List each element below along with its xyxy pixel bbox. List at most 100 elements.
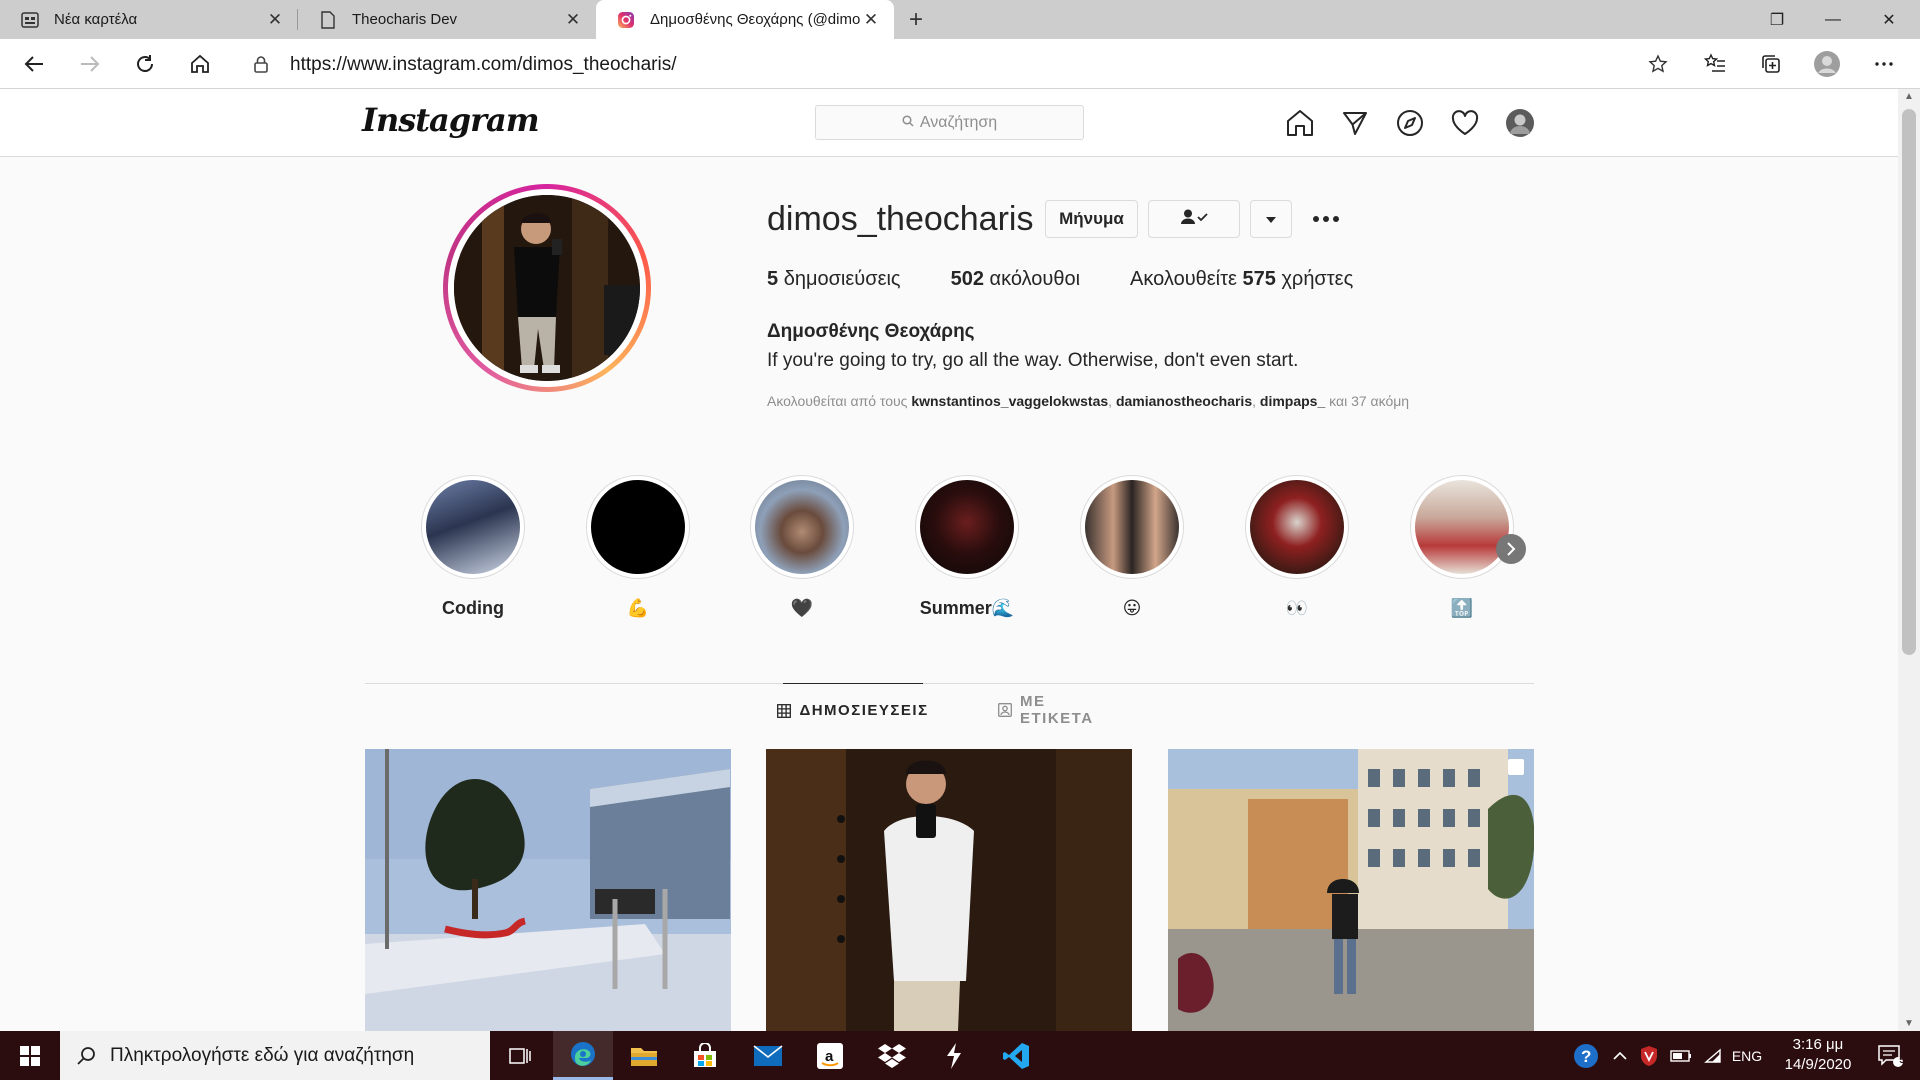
microsoft-store-icon[interactable] [675,1031,735,1080]
tabs-divider [365,683,1534,684]
tab-tagged[interactable]: ΜΕ ΕΤΙΚΕΤΑ [998,683,1118,737]
direct-message-icon[interactable] [1339,107,1371,139]
browser-tab-new-tab[interactable]: Νέα καρτέλα ✕ [0,0,298,39]
browser-tab-instagram[interactable]: Δημοσθένης Θεοχάρης (@dimos_theocharis) … [596,0,894,39]
browser-tab-theocharis-dev[interactable]: Theocharis Dev ✕ [298,0,596,39]
profile-full-name: Δημοσθένης Θεοχάρης [767,321,975,342]
security-shield-icon[interactable] [1634,1031,1664,1080]
ig-home-icon[interactable] [1284,107,1316,139]
highlight-label: Coding [442,598,504,618]
refresh-icon[interactable] [127,46,163,82]
followed-by-user[interactable]: kwnstantinos_vaggelokwstas [911,393,1108,409]
following-stat[interactable]: Ακολουθείτε 575 χρήστες [1130,268,1353,291]
dropbox-icon[interactable] [862,1031,922,1080]
following-button[interactable] [1148,200,1240,238]
suggestions-dropdown-button[interactable] [1250,200,1292,238]
activity-heart-icon[interactable] [1449,107,1481,139]
highlight-label: 👀 [1285,598,1309,618]
search-icon [76,1046,96,1066]
instagram-logo[interactable]: Instagram [362,101,540,139]
task-view-icon[interactable] [490,1031,550,1080]
search-input[interactable]: Αναζήτηση [815,105,1084,140]
followers-label: ακόλουθοι [989,268,1081,290]
chevron-right-icon[interactable] [1496,534,1526,564]
file-explorer-icon[interactable] [614,1031,674,1080]
forward-icon[interactable] [72,46,108,82]
windows-start-icon[interactable] [0,1031,60,1080]
story-highlight[interactable]: 💪 [584,475,692,619]
highlight-cover [755,480,849,574]
tab-posts[interactable]: ΔΗΜΟΣΙΕΥΣΕΙΣ [777,683,927,737]
explore-compass-icon[interactable] [1394,107,1426,139]
input-language[interactable]: ENG [1727,1031,1767,1080]
instagram-icon [616,10,636,30]
system-clock[interactable]: 3:16 μμ 14/9/2020 [1768,1035,1868,1075]
close-tab-icon[interactable]: ✕ [562,9,584,31]
more-options-icon[interactable] [1866,46,1902,82]
github-desktop-icon[interactable] [924,1031,984,1080]
taskbar-search-input[interactable]: Πληκτρολογήστε εδώ για αναζήτηση [60,1031,490,1080]
post-thumbnail[interactable] [365,749,731,1031]
close-tab-icon[interactable]: ✕ [860,9,882,31]
new-tab-page-icon [20,10,40,30]
profile-picture[interactable] [443,184,651,392]
home-icon[interactable] [182,46,218,82]
post-thumbnail[interactable] [1168,749,1534,1031]
profile-photo [454,195,640,381]
minimize-button[interactable]: — [1805,0,1861,39]
back-icon[interactable] [16,46,52,82]
battery-icon[interactable] [1666,1031,1696,1080]
followed-by-suffix: και 37 ακόμη [1329,393,1410,409]
lock-icon [253,55,269,78]
highlight-cover [426,480,520,574]
story-highlight[interactable]: Summer🌊 [913,475,1021,619]
followed-by-user[interactable]: damianostheocharis [1116,393,1252,409]
browser-toolbar: https://www.instagram.com/dimos_theochar… [0,39,1920,89]
favorites-icon[interactable] [1697,46,1733,82]
story-highlight[interactable]: 😛 [1078,475,1186,619]
story-highlight[interactable]: Coding [419,475,527,619]
highlight-ring [586,475,690,579]
profile-avatar-icon[interactable] [1809,46,1845,82]
story-highlight[interactable]: 🖤 [748,475,856,619]
profile-username: dimos_theocharis [767,200,1034,238]
collections-icon[interactable] [1753,46,1789,82]
edge-browser-icon[interactable] [553,1031,613,1080]
highlight-ring [915,475,1019,579]
profile-stats: 5 δημοσιεύσεις 502 ακόλουθοι Ακολουθείτε… [767,268,1353,291]
highlight-label: 😛 [1122,598,1142,618]
favorite-star-icon[interactable] [1648,54,1668,79]
scroll-down-icon[interactable]: ▼ [1898,1018,1920,1029]
search-placeholder: Αναζήτηση [919,113,998,131]
chevron-up-icon[interactable] [1607,1031,1633,1080]
options-ellipsis-icon[interactable] [1308,204,1344,234]
scroll-up-icon[interactable]: ▲ [1898,91,1920,102]
close-window-button[interactable]: ✕ [1861,0,1917,39]
vscode-icon[interactable] [986,1031,1046,1080]
instagram-header: Instagram Αναζήτηση [0,89,1898,157]
message-button[interactable]: Μήνυμα [1045,200,1138,238]
followed-by-user[interactable]: dimpaps_ [1260,393,1325,409]
post-thumbnail[interactable] [766,749,1132,1031]
story-highlight[interactable]: 👀 [1243,475,1351,619]
posts-label: δημοσιεύσεις [783,268,901,290]
amazon-icon[interactable]: a [800,1031,860,1080]
browser-tab-bar: Νέα καρτέλα ✕ Theocharis Dev ✕ Δημοσθένη… [0,0,1920,39]
notifications-icon[interactable]: 5 [1868,1031,1912,1080]
restore-button[interactable]: ❐ [1749,0,1805,39]
new-tab-button[interactable]: + [894,0,938,39]
tab-posts-label: ΔΗΜΟΣΙΕΥΣΕΙΣ [799,702,929,719]
close-tab-icon[interactable]: ✕ [264,9,286,31]
page-scrollbar[interactable]: ▲ ▼ [1898,89,1920,1031]
followers-stat[interactable]: 502 ακόλουθοι [951,268,1080,291]
profile-avatar[interactable] [1504,107,1536,139]
wifi-icon[interactable] [1697,1031,1727,1080]
scrollbar-thumb[interactable] [1902,109,1916,655]
highlight-ring [1410,475,1514,579]
followed-by[interactable]: Ακολουθείται από τους kwnstantinos_vagge… [767,393,1409,409]
mail-icon[interactable] [738,1031,798,1080]
help-icon[interactable]: ? [1568,1031,1604,1080]
followed-by-prefix: Ακολουθείται από τους [767,393,908,409]
address-bar[interactable]: https://www.instagram.com/dimos_theochar… [235,46,1680,82]
url-text: https://www.instagram.com/dimos_theochar… [290,54,677,75]
